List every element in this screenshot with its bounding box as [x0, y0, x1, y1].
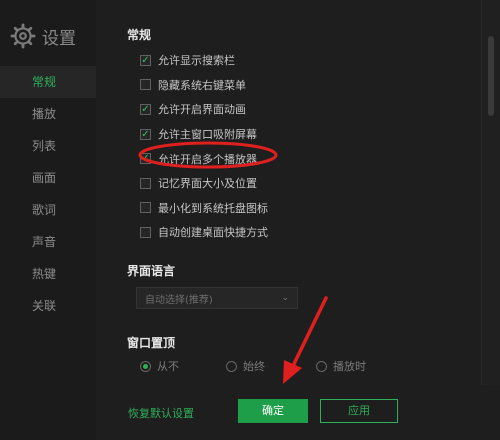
option-remember-window[interactable]: 记忆界面大小及位置	[140, 171, 440, 196]
option-label: 允许开启界面动画	[158, 103, 246, 117]
settings-content: ... 常规 ✓ 允许显示搜索栏 隐藏系统右键菜单 ✓ 允许开启界面动画 ✓ 允…	[96, 0, 500, 440]
general-options: ✓ 允许显示搜索栏 隐藏系统右键菜单 ✓ 允许开启界面动画 ✓ 允许主窗口吸附屏…	[140, 48, 440, 245]
checkbox[interactable]: ✓	[140, 54, 151, 66]
option-minimize-to-tray[interactable]: 最小化到系统托盘图标	[140, 196, 440, 221]
radio-button[interactable]	[316, 360, 327, 372]
check-icon: ✓	[141, 103, 150, 115]
checkbox[interactable]	[140, 202, 151, 214]
language-select-value: 自动选择(推荐)	[145, 294, 213, 306]
language-select[interactable]: 自动选择(推荐) ⌄	[136, 287, 298, 309]
check-icon: ✓	[141, 153, 150, 165]
window-top-options: 从不 始终 播放时	[140, 358, 470, 372]
section-title-window-top: 窗口置顶	[127, 336, 176, 350]
section-title-general: 常规	[127, 28, 152, 42]
radio-label: 从不	[157, 360, 179, 372]
option-hide-context-menu[interactable]: 隐藏系统右键菜单	[140, 73, 440, 98]
radio-never[interactable]: 从不	[140, 358, 179, 372]
sidebar-item-hotkeys[interactable]: 热键	[0, 258, 96, 290]
sidebar: 设置 常规 播放 列表 画面 歌词 声音 热键 关联	[0, 0, 96, 440]
option-label: 允许开启多个播放器	[158, 152, 257, 166]
option-label: 记忆界面大小及位置	[158, 177, 257, 191]
ok-button[interactable]: 确定	[238, 399, 308, 423]
checkbox[interactable]	[140, 226, 151, 238]
footer-bar: 恢复默认设置 确定 应用	[96, 385, 500, 440]
check-icon: ✓	[141, 128, 150, 140]
sidebar-item-associations[interactable]: 关联	[0, 290, 96, 322]
radio-button[interactable]	[226, 360, 237, 372]
scrollbar-track[interactable]	[481, 0, 500, 440]
option-label: 允许显示搜索栏	[158, 54, 235, 68]
option-desktop-shortcut[interactable]: 自动创建桌面快捷方式	[140, 220, 440, 245]
sidebar-item-general[interactable]: 常规	[0, 66, 96, 98]
radio-always[interactable]: 始终	[226, 358, 265, 372]
checkbox[interactable]: ✓	[140, 128, 151, 140]
scrollbar-thumb[interactable]	[488, 36, 494, 116]
gear-icon	[10, 23, 36, 49]
sidebar-nav: 常规 播放 列表 画面 歌词 声音 热键 关联	[0, 66, 96, 322]
option-label: 允许主窗口吸附屏幕	[158, 128, 257, 142]
option-multiple-players[interactable]: ✓ 允许开启多个播放器	[140, 146, 440, 171]
option-label: 自动创建桌面快捷方式	[158, 226, 268, 240]
sidebar-item-video[interactable]: 画面	[0, 162, 96, 194]
radio-button[interactable]	[140, 360, 151, 372]
section-title-language: 界面语言	[127, 264, 176, 278]
option-ui-animation[interactable]: ✓ 允许开启界面动画	[140, 97, 440, 122]
sidebar-item-playback[interactable]: 播放	[0, 98, 96, 130]
checkbox[interactable]	[140, 177, 151, 189]
checkbox[interactable]: ✓	[140, 153, 151, 165]
option-show-search-bar[interactable]: ✓ 允许显示搜索栏	[140, 48, 440, 73]
settings-header: 设置	[10, 22, 76, 50]
chevron-down-icon: ⌄	[281, 293, 289, 303]
settings-title: 设置	[42, 28, 76, 49]
check-icon: ✓	[141, 54, 150, 66]
option-label: 隐藏系统右键菜单	[158, 78, 246, 92]
sidebar-item-sound[interactable]: 声音	[0, 226, 96, 258]
restore-defaults-link[interactable]: 恢复默认设置	[128, 405, 194, 421]
radio-label: 始终	[243, 360, 265, 372]
option-label: 最小化到系统托盘图标	[158, 201, 268, 215]
apply-button[interactable]: 应用	[320, 399, 398, 423]
radio-while-playing[interactable]: 播放时	[316, 358, 366, 372]
radio-label: 播放时	[333, 360, 366, 372]
sidebar-item-lyrics[interactable]: 歌词	[0, 194, 96, 226]
sidebar-item-list[interactable]: 列表	[0, 130, 96, 162]
option-snap-window[interactable]: ✓ 允许主窗口吸附屏幕	[140, 122, 440, 147]
checkbox[interactable]: ✓	[140, 103, 151, 115]
checkbox[interactable]	[140, 79, 151, 91]
